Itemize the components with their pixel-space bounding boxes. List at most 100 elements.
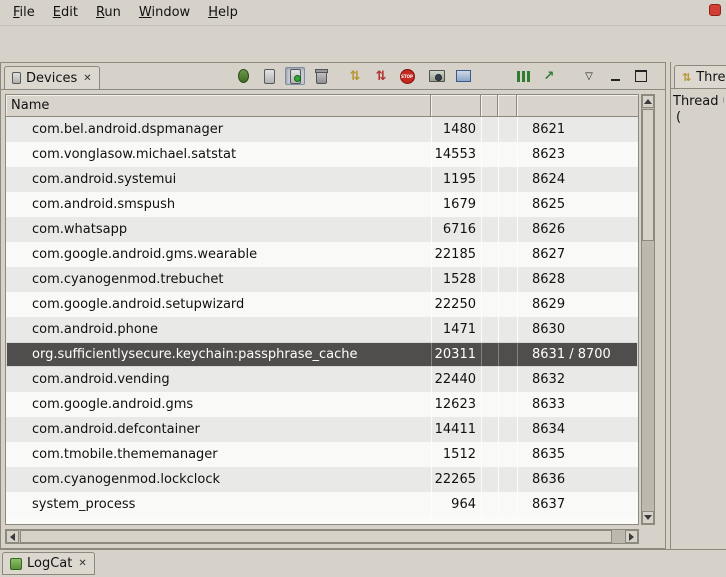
scroll-up-icon[interactable] — [642, 95, 654, 108]
table-row[interactable]: com.vonglasow.michael.satstat 14553 8623 — [6, 142, 638, 167]
menu-item[interactable]: Help — [199, 2, 247, 23]
process-port: 8637 — [517, 492, 638, 517]
view-menu-icon[interactable] — [579, 67, 599, 85]
process-pid: 22185 — [431, 242, 481, 267]
table-row[interactable]: com.android.vending 22440 8632 — [6, 367, 638, 392]
process-port: 8630 — [517, 317, 638, 342]
process-name: com.android.systemui — [6, 167, 431, 192]
process-pid: 20311 — [431, 342, 481, 367]
threads-tabbar: ⇅ Threads — [671, 62, 726, 89]
menu-item[interactable]: Run — [87, 2, 130, 23]
tab-threads[interactable]: ⇅ Threads — [674, 65, 726, 89]
process-port: 8627 — [517, 242, 638, 267]
process-pid: 22250 — [431, 292, 481, 317]
table-body: com.bel.android.dspmanager 1480 8621 com… — [6, 117, 638, 524]
vertical-scrollbar[interactable] — [641, 94, 655, 525]
process-pid: 12623 — [431, 392, 481, 417]
table-row[interactable]: com.android.defcontainer 14411 8634 — [6, 417, 638, 442]
empty-cell — [498, 342, 517, 367]
scroll-left-icon[interactable] — [6, 530, 19, 543]
threads-message-line1: Thread up — [673, 94, 724, 110]
cause-gc-icon[interactable] — [311, 67, 331, 85]
update-threads-icon[interactable] — [345, 67, 365, 85]
table-row[interactable]: com.google.android.gms 12623 8633 — [6, 392, 638, 417]
process-port: 8625 — [517, 192, 638, 217]
scroll-down-icon[interactable] — [642, 511, 654, 524]
minimize-icon[interactable] — [605, 67, 625, 85]
table-row[interactable]: com.google.android.setupwizard 22250 862… — [6, 292, 638, 317]
heap-stats-icon[interactable] — [513, 67, 533, 85]
table-row[interactable]: com.cyanogenmod.trebuchet 1528 8628 — [6, 267, 638, 292]
scroll-right-icon[interactable] — [625, 530, 638, 543]
horizontal-scrollbar-thumb[interactable] — [20, 530, 612, 543]
column-header-pid[interactable] — [431, 95, 481, 117]
vertical-scrollbar-thumb[interactable] — [642, 109, 654, 241]
threads-message-line2: ( — [673, 110, 724, 126]
menu-item[interactable]: Edit — [44, 2, 87, 23]
empty-cell — [481, 142, 498, 167]
tab-logcat[interactable]: LogCat ✕ — [2, 552, 95, 575]
empty-cell — [481, 342, 498, 367]
table-row[interactable]: com.whatsapp 6716 8626 — [6, 217, 638, 242]
process-name: com.tmobile.thememanager — [6, 442, 431, 467]
screen-record-icon[interactable] — [453, 67, 473, 85]
process-name: com.cyanogenmod.trebuchet — [6, 267, 431, 292]
process-name: com.android.defcontainer — [6, 417, 431, 442]
update-heap-icon[interactable] — [259, 67, 279, 85]
empty-cell — [481, 442, 498, 467]
process-port: 8621 — [517, 117, 638, 142]
devices-toolbar: STOP — [233, 67, 665, 85]
menu-bar: FileEditRunWindowHelp — [0, 0, 726, 26]
stop-process-icon[interactable]: STOP — [397, 67, 417, 85]
network-stats-icon[interactable] — [539, 67, 559, 85]
process-table: Name com.bel.android.dspmanager 1480 862… — [5, 94, 639, 525]
debug-process-icon[interactable] — [233, 67, 253, 85]
table-row[interactable]: com.google.android.gms.wearable 22185 86… — [6, 242, 638, 267]
empty-cell — [498, 442, 517, 467]
menu-item[interactable]: Window — [130, 2, 199, 23]
process-name: com.android.phone — [6, 317, 431, 342]
devices-panel: Devices ✕ STOP — [0, 62, 666, 549]
process-port: 8629 — [517, 292, 638, 317]
close-window-icon[interactable] — [709, 4, 721, 16]
process-pid: 1512 — [431, 442, 481, 467]
process-port: 8632 — [517, 367, 638, 392]
empty-cell — [481, 117, 498, 142]
menu-item[interactable]: File — [4, 2, 44, 23]
table-row[interactable]: system_process 964 8637 — [6, 492, 638, 517]
close-icon[interactable]: ✕ — [77, 558, 86, 569]
table-row[interactable]: com.android.systemui 1195 8624 — [6, 167, 638, 192]
table-row[interactable]: com.tmobile.thememanager 1512 8635 — [6, 442, 638, 467]
table-row[interactable]: com.bel.android.dspmanager 1480 8621 — [6, 117, 638, 142]
dump-hprof-icon[interactable] — [285, 67, 305, 85]
column-header-empty[interactable] — [481, 95, 498, 117]
empty-cell — [498, 467, 517, 492]
empty-cell — [481, 367, 498, 392]
column-header-port[interactable] — [517, 95, 638, 117]
empty-cell — [481, 492, 498, 517]
process-name: com.android.vending — [6, 367, 431, 392]
table-row[interactable]: com.android.phone 1471 8630 — [6, 317, 638, 342]
screen-capture-icon[interactable] — [427, 67, 447, 85]
process-name: system_process — [6, 492, 431, 517]
column-header-empty[interactable] — [498, 95, 517, 117]
tab-devices[interactable]: Devices ✕ — [4, 66, 100, 90]
horizontal-scrollbar[interactable] — [5, 529, 639, 544]
close-icon[interactable]: ✕ — [82, 73, 91, 84]
empty-cell — [498, 317, 517, 342]
empty-cell — [498, 292, 517, 317]
process-pid: 964 — [431, 492, 481, 517]
empty-cell — [481, 292, 498, 317]
table-row[interactable]: com.android.smspush 1679 8625 — [6, 192, 638, 217]
process-pid: 1195 — [431, 167, 481, 192]
threads-message: Thread up ( — [671, 89, 726, 131]
empty-cell — [498, 142, 517, 167]
table-row[interactable]: com.cyanogenmod.lockclock 22265 8636 — [6, 467, 638, 492]
table-row[interactable]: org.sufficientlysecure.keychain:passphra… — [6, 342, 638, 367]
empty-cell — [498, 167, 517, 192]
method-profiling-icon[interactable] — [371, 67, 391, 85]
process-port: 8624 — [517, 167, 638, 192]
column-header-name[interactable]: Name — [6, 95, 431, 117]
stop-process-label: STOP — [400, 69, 415, 84]
maximize-icon[interactable] — [631, 67, 651, 85]
